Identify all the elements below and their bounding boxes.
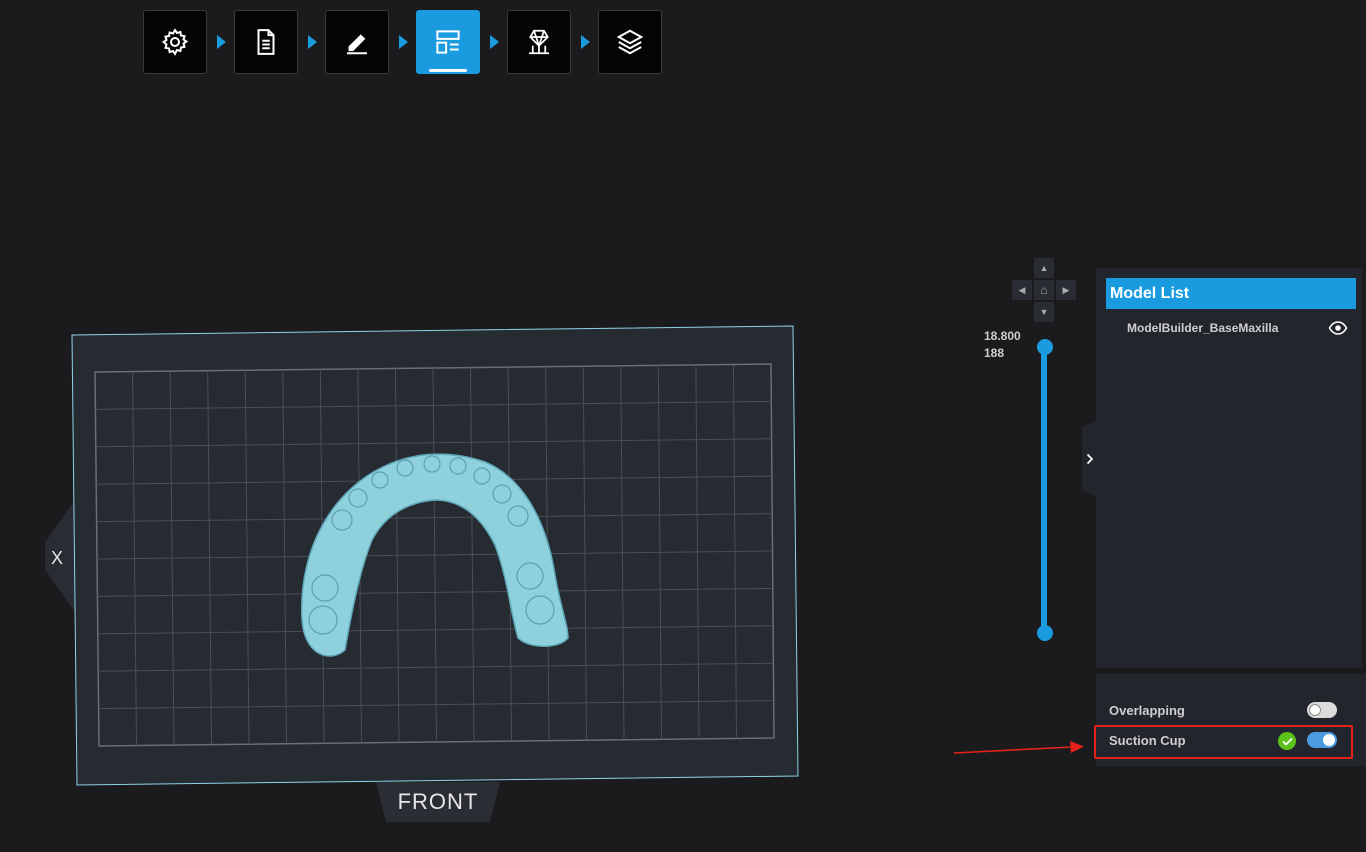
gear-icon [162,28,189,56]
arrow-left-icon: ◀ [1018,284,1026,295]
step-arrow-icon [399,35,408,49]
nav-down-button[interactable]: ▼ [1034,302,1054,322]
options-panel: Overlapping Suction Cup [1096,674,1366,766]
annotation-arrow-icon [953,741,1084,754]
step-arrow-icon [308,35,317,49]
layers-icon [616,29,644,55]
layer-slider-bottom-handle[interactable] [1037,625,1053,641]
support-step-button[interactable] [507,10,571,74]
check-circle-icon [1278,732,1296,750]
nav-left-button[interactable]: ◀ [1012,280,1032,300]
step-arrow-icon [490,35,499,49]
edit-step-button[interactable] [325,10,389,74]
build-plate[interactable] [40,320,820,830]
arrow-right-icon: ▶ [1062,284,1070,295]
visibility-eye-icon[interactable] [1328,320,1348,336]
model-list-title: Model List [1106,278,1356,309]
arrow-up-icon: ▲ [1039,263,1049,273]
step-arrow-icon [581,35,590,49]
suction-cup-toggle[interactable] [1307,732,1337,748]
step-arrow-icon [217,35,226,49]
nav-right-button[interactable]: ▶ [1056,280,1076,300]
suction-cup-label: Suction Cup [1109,733,1186,748]
overlapping-label: Overlapping [1109,703,1185,718]
document-step-button[interactable] [234,10,298,74]
layout-step-button[interactable] [416,10,480,74]
document-icon [257,29,275,55]
overlapping-toggle[interactable] [1307,702,1337,718]
model-list-item[interactable]: ModelBuilder_BaseMaxilla [1127,321,1357,335]
nav-up-button[interactable]: ▲ [1034,258,1054,278]
front-view-label: FRONT [397,789,479,814]
nav-home-button[interactable]: ⌂ [1034,280,1054,300]
view-navigator: ▲ ◀ ⌂ ▶ ▼ [1012,258,1076,322]
pencil-icon [347,34,367,55]
home-icon: ⌂ [1040,283,1048,297]
model-list-panel: Model List ModelBuilder_BaseMaxilla [1096,268,1362,668]
chevron-right-icon [1086,453,1094,465]
slider-layer-count: 188 [984,346,1005,360]
support-structure-icon [529,29,549,55]
layer-slider-top-handle[interactable] [1037,339,1053,355]
slider-max-value: 18.800 [984,329,1021,343]
settings-step-button[interactable] [143,10,207,74]
layer-slider-track[interactable] [1041,345,1047,632]
arrow-down-icon: ▼ [1039,307,1049,317]
front-view-tab[interactable]: FRONT [376,782,500,822]
layout-icon [436,30,460,54]
slice-step-button[interactable] [598,10,662,74]
